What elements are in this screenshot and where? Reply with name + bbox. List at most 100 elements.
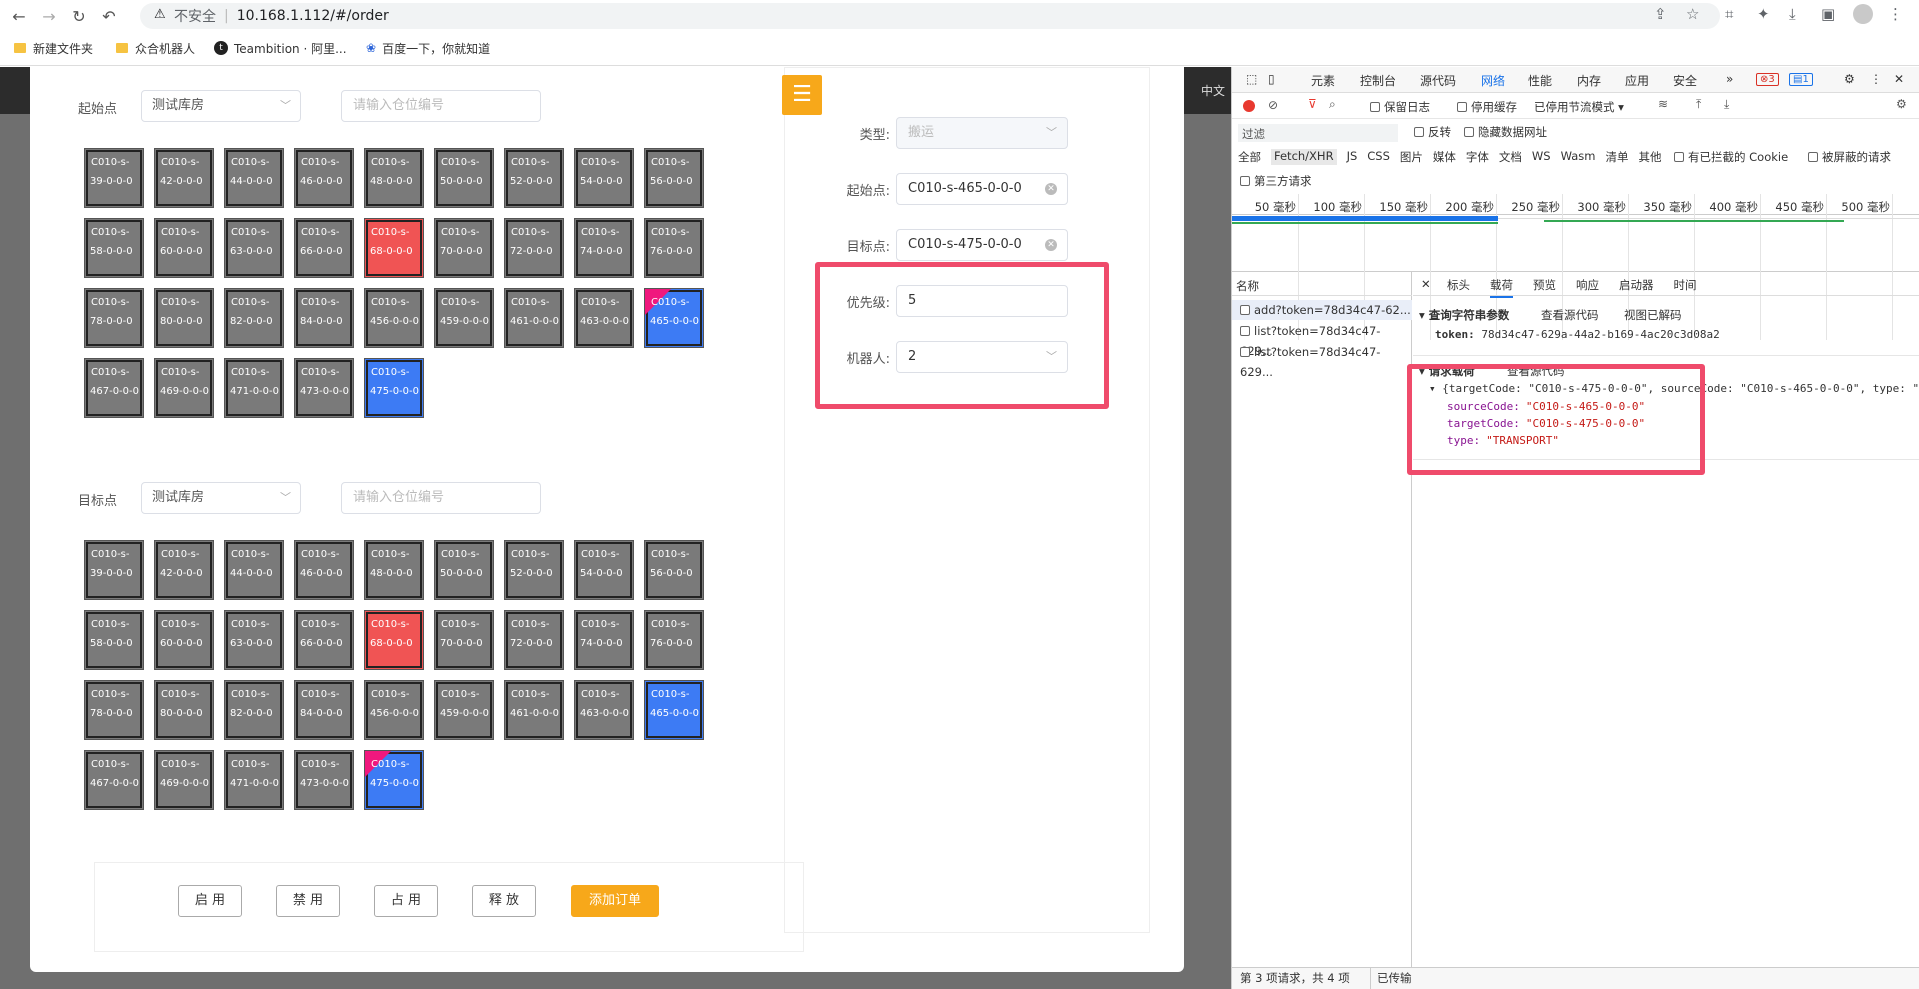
type-filter-2[interactable]: JS [1347,149,1358,165]
view-decoded-link[interactable]: 视图已解码 [1624,307,1682,323]
close-detail-icon[interactable]: ✕ [1421,277,1431,291]
bookmark-folder-1[interactable]: 新建文件夹 [14,38,93,58]
location-cell[interactable]: C010-s- 46-0-0-0 [294,540,354,600]
location-cell[interactable]: C010-s- 72-0-0-0 [504,218,564,278]
location-cell[interactable]: C010-s- 74-0-0-0 [574,610,634,670]
location-cell[interactable]: C010-s- 465-0-0-0 [644,288,704,348]
more-tabs-icon[interactable]: » [1726,72,1733,86]
location-cell[interactable]: C010-s- 469-0-0-0 [154,358,214,418]
type-filter-0[interactable]: 全部 [1238,149,1261,165]
occupy-button[interactable]: 占 用 [374,885,438,917]
add-order-button[interactable]: 添加订单 [571,885,659,917]
tab-network[interactable]: 网络 [1481,72,1505,89]
type-filter-1[interactable]: Fetch/XHR [1271,149,1337,165]
location-cell[interactable]: C010-s- 46-0-0-0 [294,148,354,208]
source-point-field[interactable]: C010-s-465-0-0-0 ✕ [896,173,1068,205]
menu-dots-icon[interactable]: ⋮ [1888,5,1903,23]
target-search-input[interactable]: 请输入仓位编号 [341,482,541,514]
hide-data-urls-checkbox[interactable]: 隐藏数据网址 [1464,124,1547,140]
query-params-heading[interactable]: ▾ 查询字符串参数 [1419,307,1509,323]
devtools-menu-icon[interactable]: ⋮ [1870,72,1882,86]
location-cell[interactable]: C010-s- 72-0-0-0 [504,610,564,670]
forward-icon[interactable]: → [38,5,60,27]
source-search-input[interactable]: 请输入仓位编号 [341,90,541,122]
tab-application[interactable]: 应用 [1625,72,1649,89]
location-cell[interactable]: C010-s- 473-0-0-0 [294,358,354,418]
request-row[interactable]: list?token=78d34c47-629... [1232,342,1412,379]
share-icon[interactable]: ⇪ [1654,5,1667,23]
disable-cache-checkbox[interactable]: 停用缓存 [1457,99,1517,115]
location-cell[interactable]: C010-s- 48-0-0-0 [364,148,424,208]
filter-icon[interactable]: ⊽ [1308,97,1317,111]
preserve-log-checkbox[interactable]: 保留日志 [1370,99,1430,115]
type-filter-11[interactable]: 其他 [1638,149,1661,165]
third-party-checkbox[interactable]: 第三方请求 [1240,173,1312,189]
type-filter-7[interactable]: 文档 [1499,149,1522,165]
view-source-link[interactable]: 查看源代码 [1541,307,1599,323]
tab-memory[interactable]: 内存 [1577,72,1601,89]
location-cell[interactable]: C010-s- 50-0-0-0 [434,148,494,208]
menu-toggle-icon[interactable]: ☰ [782,75,822,115]
request-row[interactable]: add?token=78d34c47-62... [1232,300,1412,320]
location-cell[interactable]: C010-s- 60-0-0-0 [154,610,214,670]
location-cell[interactable]: C010-s- 467-0-0-0 [84,358,144,418]
location-cell[interactable]: C010-s- 78-0-0-0 [84,680,144,740]
location-cell[interactable]: C010-s- 68-0-0-0 [364,610,424,670]
request-row[interactable]: list?token=78d34c47-629... [1232,321,1412,358]
location-cell[interactable]: C010-s- 82-0-0-0 [224,680,284,740]
detail-tab-0[interactable]: 标头 [1447,277,1470,298]
location-cell[interactable]: C010-s- 58-0-0-0 [84,610,144,670]
location-cell[interactable]: C010-s- 50-0-0-0 [434,540,494,600]
disable-button[interactable]: 禁 用 [276,885,340,917]
type-filter-9[interactable]: Wasm [1561,149,1596,165]
filter-input[interactable]: 过滤 [1238,124,1398,142]
network-settings-icon[interactable]: ⚙ [1896,97,1907,111]
address-bar[interactable]: ⚠ 不安全 | 10.168.1.112/#/order [140,3,1720,29]
location-cell[interactable]: C010-s- 467-0-0-0 [84,750,144,810]
bookmark-teambition[interactable]: t Teambition · 阿里... [214,38,347,58]
settings-gear-icon[interactable]: ⚙ [1844,72,1855,86]
tab-security[interactable]: 安全 [1673,72,1697,89]
inspect-icon[interactable]: ⬚ [1246,72,1257,86]
download-icon[interactable]: ⤓ [1789,5,1796,23]
detail-tab-3[interactable]: 响应 [1576,277,1599,298]
wifi-icon[interactable]: ≋ [1658,97,1668,111]
blocked-requests-checkbox[interactable]: 被屏蔽的请求 [1808,149,1891,165]
location-cell[interactable]: C010-s- 459-0-0-0 [434,680,494,740]
location-cell[interactable]: C010-s- 465-0-0-0 [644,680,704,740]
tab-sources[interactable]: 源代码 [1420,72,1456,89]
detail-tab-5[interactable]: 时间 [1674,277,1697,298]
type-select[interactable]: 搬运 ﹀ [896,117,1068,149]
sidepanel-icon[interactable]: ▣ [1821,5,1835,23]
target-warehouse-select[interactable]: 测试库房 ﹀ [141,482,301,514]
location-cell[interactable]: C010-s- 54-0-0-0 [574,148,634,208]
location-cell[interactable]: C010-s- 39-0-0-0 [84,148,144,208]
location-cell[interactable]: C010-s- 66-0-0-0 [294,218,354,278]
detail-tab-1[interactable]: 载荷 [1490,277,1513,298]
location-cell[interactable]: C010-s- 66-0-0-0 [294,610,354,670]
tab-console[interactable]: 控制台 [1360,72,1396,89]
clear-log-icon[interactable]: ⊘ [1268,98,1278,112]
tab-elements[interactable]: 元素 [1311,72,1335,89]
location-cell[interactable]: C010-s- 461-0-0-0 [504,288,564,348]
type-filter-5[interactable]: 媒体 [1433,149,1456,165]
download-icon[interactable]: ⤓ [1724,97,1729,112]
location-cell[interactable]: C010-s- 473-0-0-0 [294,750,354,810]
location-cell[interactable]: C010-s- 461-0-0-0 [504,680,564,740]
record-icon[interactable] [1243,100,1255,112]
throttle-select[interactable]: 已停用节流模式 ▾ [1534,99,1624,115]
bookmark-baidu[interactable]: ❀ 百度一下，你就知道 [366,38,490,58]
location-cell[interactable]: C010-s- 84-0-0-0 [294,680,354,740]
release-button[interactable]: 释 放 [472,885,536,917]
message-badge[interactable]: ▤1 [1789,73,1813,86]
location-cell[interactable]: C010-s- 76-0-0-0 [644,218,704,278]
reload-icon[interactable]: ↻ [68,5,90,27]
location-cell[interactable]: C010-s- 475-0-0-0 [364,358,424,418]
location-cell[interactable]: C010-s- 70-0-0-0 [434,218,494,278]
location-cell[interactable]: C010-s- 78-0-0-0 [84,288,144,348]
location-cell[interactable]: C010-s- 39-0-0-0 [84,540,144,600]
bookmark-folder-2[interactable]: 众合机器人 [116,38,195,58]
tab-performance[interactable]: 性能 [1528,72,1552,89]
crop-icon[interactable]: ⌗ [1725,5,1733,23]
invert-checkbox[interactable]: 反转 [1414,124,1451,140]
